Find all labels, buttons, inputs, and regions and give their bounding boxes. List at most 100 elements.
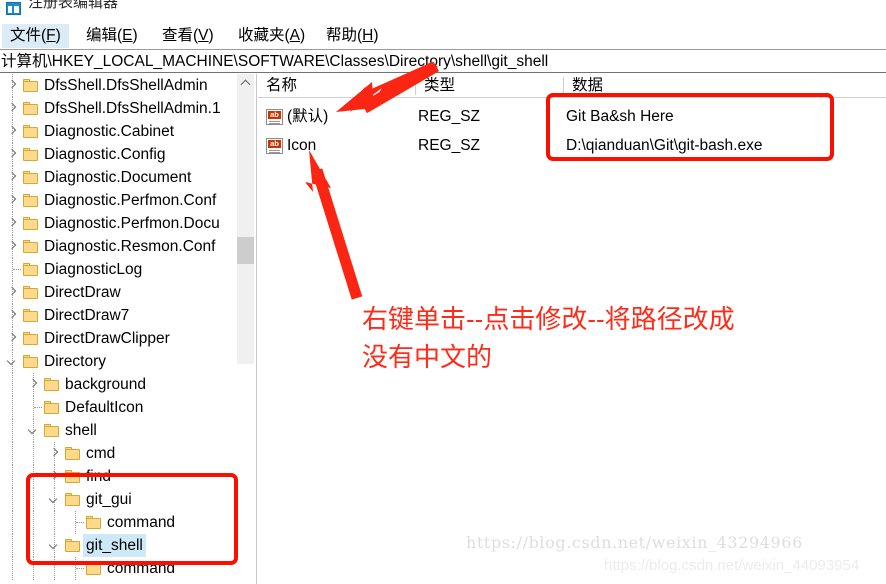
tree-guide-line [33, 442, 34, 465]
watermark-primary: https://blog.csdn.net/weixin_43294966 [466, 533, 803, 552]
tree-item-label: shell [65, 422, 97, 439]
menu-item-3[interactable]: 查看(V) [154, 24, 222, 48]
folder-body [23, 357, 38, 368]
tree-guide-line [12, 373, 13, 396]
tree-item-label: DirectDraw [44, 284, 121, 301]
column-header-type[interactable]: 类型 [418, 74, 455, 97]
folder-body [65, 449, 80, 460]
column-divider[interactable] [415, 77, 416, 95]
folder-body [23, 219, 38, 230]
chevron-right-icon[interactable] [6, 240, 19, 253]
chevron-right-icon[interactable] [27, 378, 40, 391]
watermark-secondary: https://blog.csdn.net/weixin_44093954 [604, 557, 860, 574]
tree-item-directdraw-9[interactable]: DirectDraw [0, 281, 240, 304]
chevron-right-icon[interactable] [6, 309, 19, 322]
chevron-right-icon[interactable] [6, 171, 19, 184]
highlight-box-data-values [546, 93, 834, 161]
tree-item-label: DirectDrawClipper [44, 330, 170, 347]
tree-item-label: DfsShell.DfsShellAdmin [44, 77, 208, 94]
tree-item-label: Diagnostic.Config [44, 146, 166, 163]
chevron-right-icon[interactable] [6, 286, 19, 299]
folder-body [44, 426, 59, 437]
tree-guide-line [12, 534, 13, 557]
folder-body [23, 242, 38, 253]
folder-icon [23, 240, 38, 253]
chevron-right-icon[interactable] [6, 217, 19, 230]
string-value-icon-line [269, 123, 280, 124]
string-value-icon: ab [266, 138, 283, 154]
tree-item-dfsshelldfsshelladmin1-1[interactable]: DfsShell.DfsShellAdmin.1 [0, 97, 240, 120]
tree-item-diagnosticlog-8[interactable]: DiagnosticLog [0, 258, 240, 281]
menu-item-1[interactable]: 文件(F) [2, 24, 69, 48]
chevron-right-icon[interactable] [6, 125, 19, 138]
tree-guide-line [12, 396, 13, 419]
chevron-down-icon[interactable] [6, 355, 19, 368]
string-value-icon-line [269, 150, 280, 151]
tree-scrollbar[interactable] [237, 74, 254, 364]
menu-item-paren: ) [208, 27, 214, 44]
string-value-icon-label: ab [268, 140, 281, 148]
tree-item-shell-15[interactable]: shell [0, 419, 240, 442]
chevron-right-icon[interactable] [6, 332, 19, 345]
tree-item-diagnosticperfmonconf-5[interactable]: Diagnostic.Perfmon.Conf [0, 189, 240, 212]
chevron-down-icon[interactable] [27, 424, 40, 437]
folder-body [23, 127, 38, 138]
chevron-right-icon[interactable] [6, 148, 19, 161]
value-type: REG_SZ [418, 137, 481, 154]
tree-item-directdrawclipper-11[interactable]: DirectDrawClipper [0, 327, 240, 350]
tree-elbow [34, 407, 42, 408]
folder-icon [65, 447, 80, 460]
chevron-right-icon[interactable] [6, 102, 19, 115]
address-bar[interactable]: 计算机\HKEY_LOCAL_MACHINE\SOFTWARE\Classes\… [0, 49, 886, 73]
tree-item-diagnosticcabinet-2[interactable]: Diagnostic.Cabinet [0, 120, 240, 143]
tree-item-label: Diagnostic.Resmon.Conf [44, 238, 216, 255]
registry-editor-icon [6, 2, 21, 15]
tree-item-label: Diagnostic.Cabinet [44, 123, 175, 140]
tree-item-diagnosticconfig-3[interactable]: Diagnostic.Config [0, 143, 240, 166]
tree-guide-line [12, 442, 13, 465]
menu-item-4[interactable]: 收藏夹(A) [230, 24, 313, 48]
folder-icon [23, 102, 38, 115]
string-value-icon: ab [266, 109, 283, 125]
tree-elbow [76, 568, 84, 569]
tree-item-directory-12[interactable]: Directory [0, 350, 240, 373]
folder-icon [44, 401, 59, 414]
folder-body [23, 265, 38, 276]
tree-item-dfsshelldfsshelladmin-0[interactable]: DfsShell.DfsShellAdmin [0, 74, 240, 97]
chevron-right-icon[interactable] [48, 447, 61, 460]
folder-body [23, 288, 38, 299]
tree-item-diagnosticresmonconf-7[interactable]: Diagnostic.Resmon.Conf [0, 235, 240, 258]
folder-icon [23, 286, 38, 299]
folder-icon [23, 79, 38, 92]
tree-item-diagnosticperfmondocu-6[interactable]: Diagnostic.Perfmon.Docu [0, 212, 240, 235]
tree-item-diagnosticdocument-4[interactable]: Diagnostic.Document [0, 166, 240, 189]
folder-body [23, 104, 38, 115]
tree-item-label: Diagnostic.Perfmon.Docu [44, 215, 220, 232]
tree-item-defaulticon-14[interactable]: DefaultIcon [0, 396, 240, 419]
registry-editor-window: 注册表编辑器 文件(F) 编辑(E) 查看(V) 收藏夹(A) 帮助(H) 计算机\HK… [0, 0, 886, 584]
tree-item-label: Diagnostic.Perfmon.Conf [44, 192, 217, 209]
folder-icon [44, 424, 59, 437]
tree-item-directdraw7-10[interactable]: DirectDraw7 [0, 304, 240, 327]
chevron-right-icon[interactable] [6, 194, 19, 207]
tree-item-label: Diagnostic.Document [44, 169, 192, 186]
tree-guide-line [12, 419, 13, 442]
chevron-right-icon[interactable] [6, 79, 19, 92]
tree-item-background-13[interactable]: background [0, 373, 240, 396]
tree-item-cmd-16[interactable]: cmd [0, 442, 240, 465]
folder-body [86, 564, 101, 575]
menu-item-5[interactable]: 帮助(H) [318, 24, 387, 48]
menu-item-2[interactable]: 编辑(E) [78, 24, 146, 48]
chevron-up-icon[interactable] [237, 74, 254, 91]
address-path: 计算机\HKEY_LOCAL_MACHINE\SOFTWARE\Classes\… [1, 53, 549, 70]
menu-item-paren: ) [55, 27, 61, 44]
highlight-box-tree-keys [26, 473, 238, 565]
folder-body [23, 196, 38, 207]
menu-item-label: 编辑( [86, 27, 123, 44]
tree-guide-line [12, 557, 13, 580]
tree-scrollbar-thumb[interactable] [237, 237, 254, 264]
menu-item-paren: ) [373, 27, 379, 44]
tree-guide-line [12, 511, 13, 534]
column-header-name[interactable]: 名称 [260, 74, 297, 97]
folder-icon [44, 378, 59, 391]
